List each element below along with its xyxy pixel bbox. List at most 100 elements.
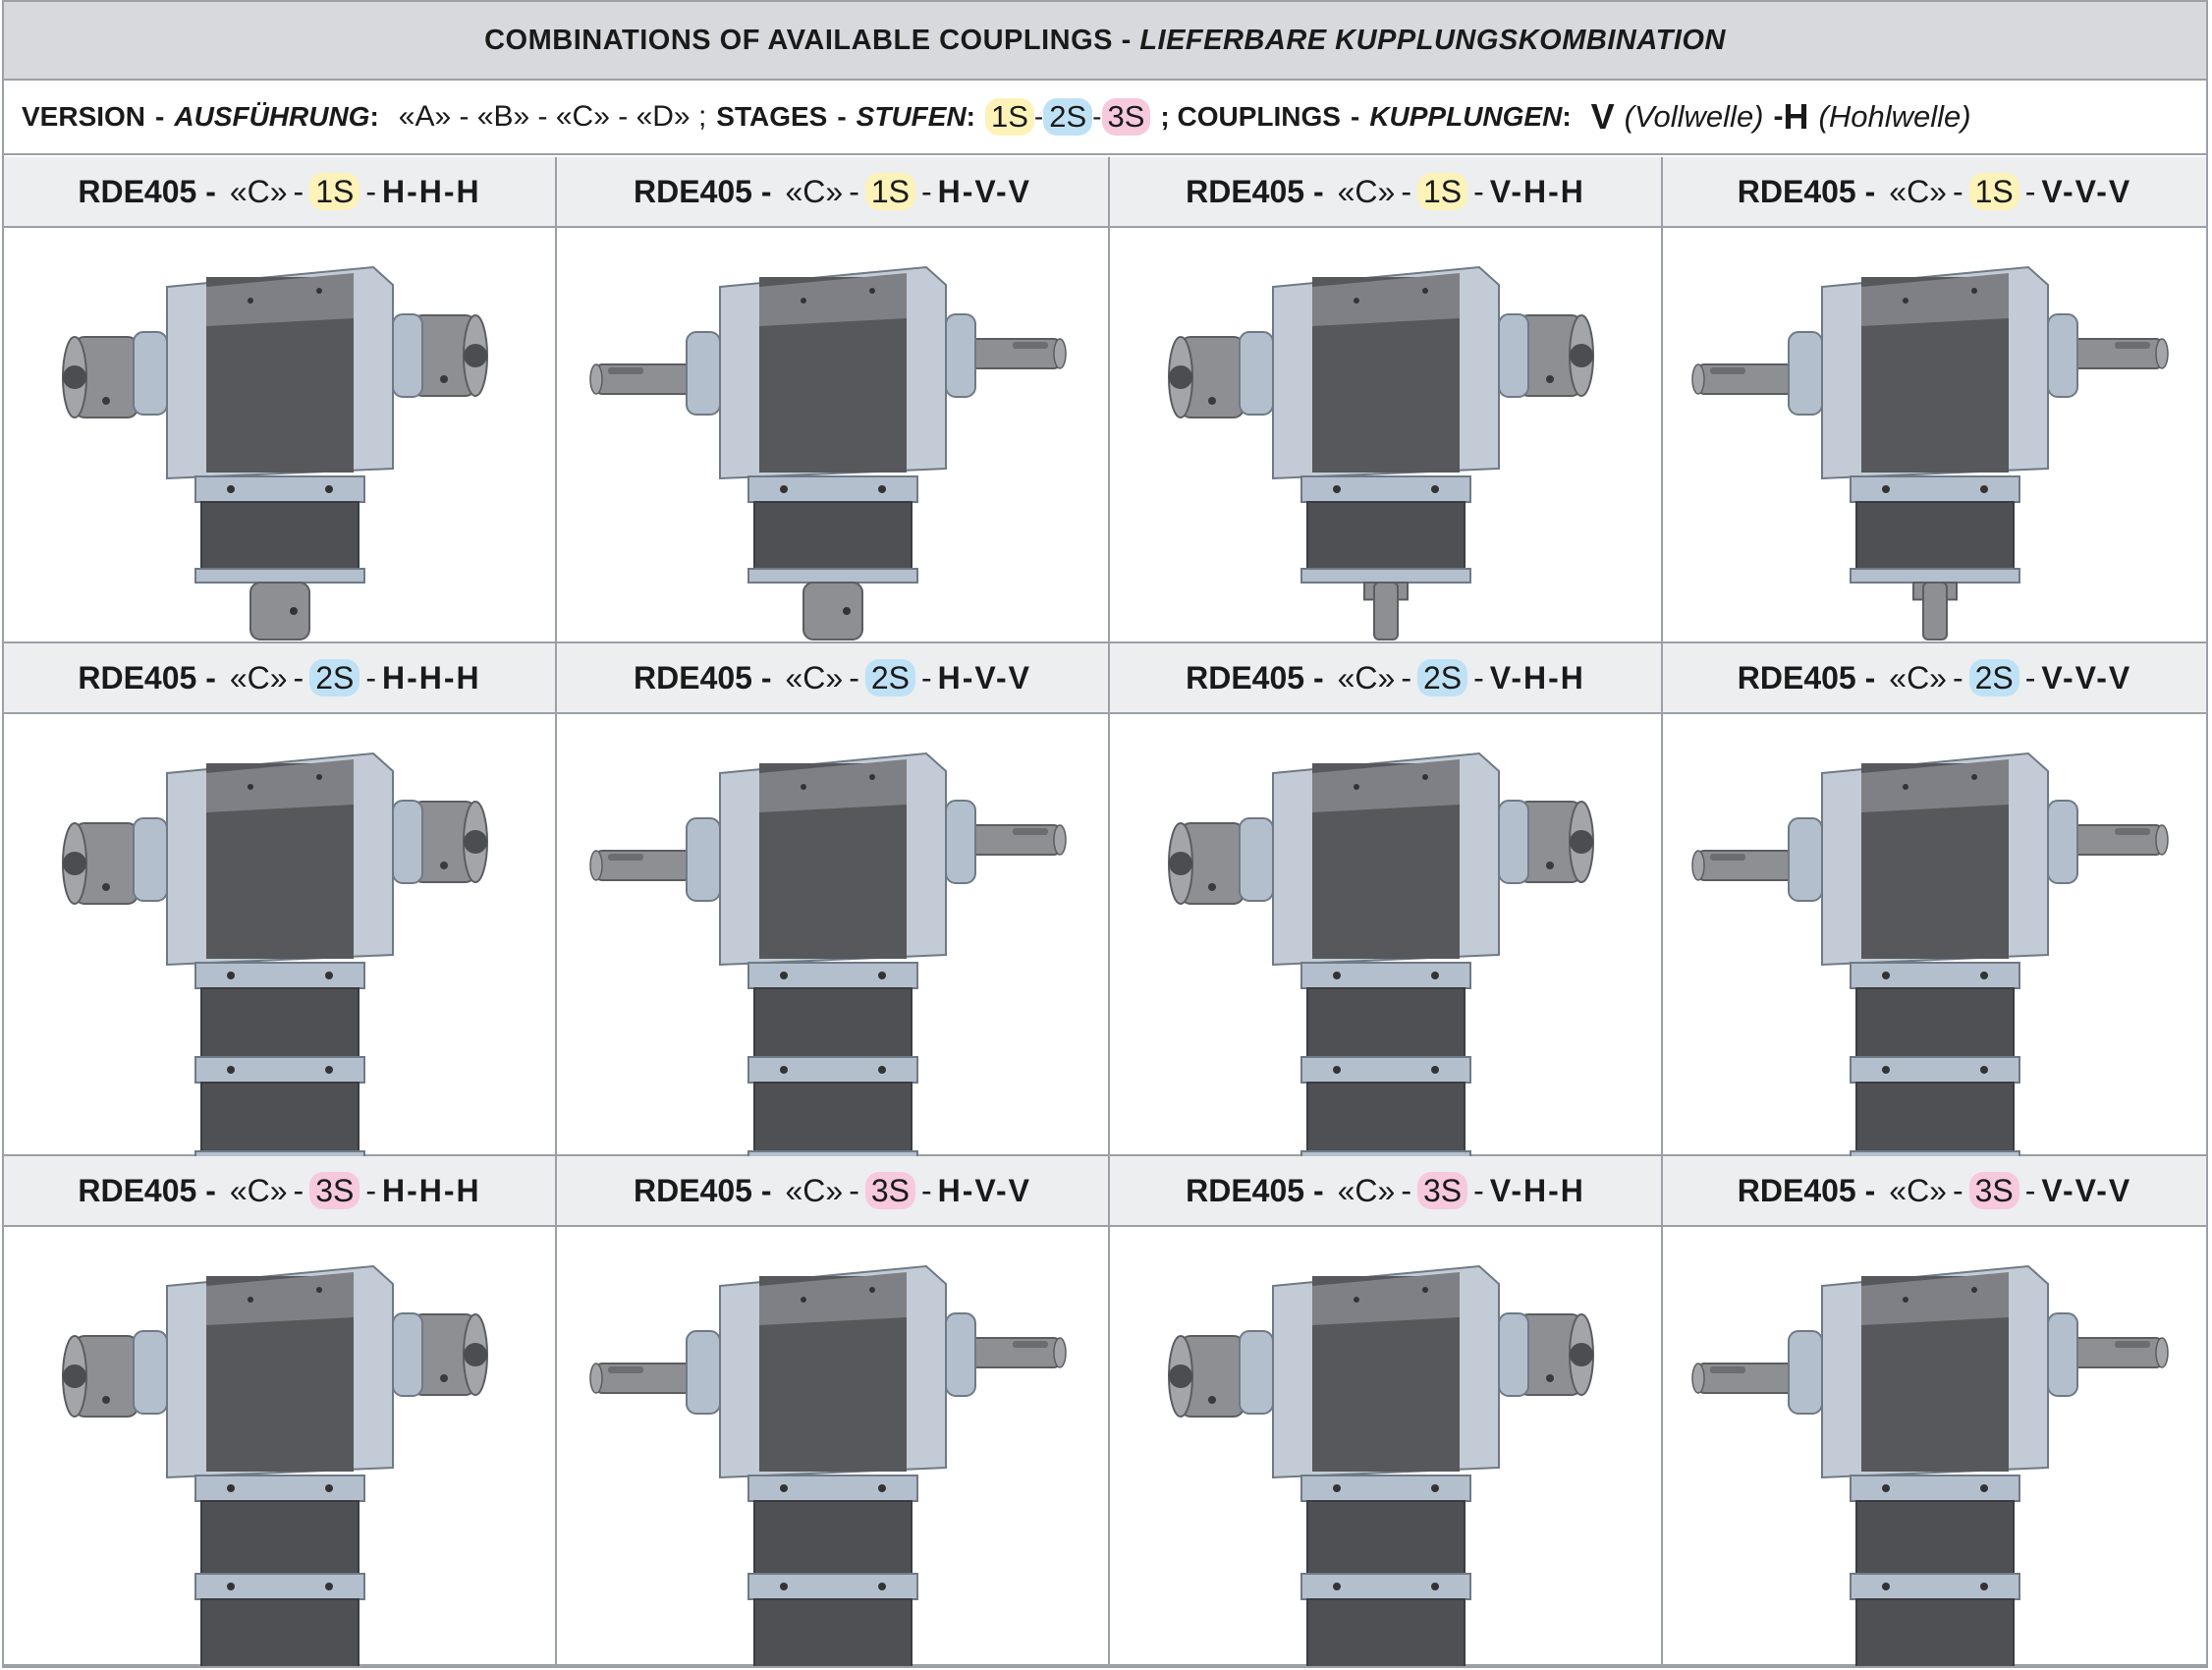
coupling-code: H-H-H xyxy=(382,173,481,209)
gearbox-drawing xyxy=(1167,1264,1594,1666)
separator: - xyxy=(365,173,376,209)
combination-cell: RDE405 - «C» -3S - V-H-H xyxy=(1110,1156,1663,1666)
bearing-collar xyxy=(1238,331,1274,416)
stage-module xyxy=(1854,987,2015,1058)
combination-label: RDE405 - «C» -2S - H-H-H xyxy=(4,643,555,714)
stage-module xyxy=(199,1500,359,1575)
bearing-collar xyxy=(391,1312,423,1397)
legend-v-name: (Vollwelle) xyxy=(1624,99,1764,134)
shaft-keyway xyxy=(1709,854,1745,861)
bearing-collar xyxy=(685,817,721,902)
stage-flange xyxy=(1300,475,1471,503)
combination-label: RDE405 - «C» -2S - V-V-V xyxy=(1663,643,2206,714)
shaft-keyway xyxy=(1709,1366,1745,1373)
stage-badge: 3S xyxy=(309,1172,360,1209)
coupling-code: V-H-H xyxy=(1489,659,1585,696)
title-en: COMBINATIONS OF AVAILABLE COUPLINGS xyxy=(484,24,1114,56)
solid-input-shaft xyxy=(1921,582,1948,640)
stage-flange xyxy=(1300,568,1471,584)
stage-flange xyxy=(1300,1475,1471,1502)
bearing-collar xyxy=(944,1312,976,1397)
legend-stage-2: 2S xyxy=(1043,98,1093,136)
hollow-input-shaft xyxy=(249,582,310,640)
separator: - xyxy=(1952,659,1963,696)
stage-module xyxy=(752,1598,912,1666)
separator: - xyxy=(1952,1172,1963,1208)
stage-flange xyxy=(1300,1573,1471,1600)
solid-input-shaft xyxy=(1372,582,1399,640)
stage-badge: 1S xyxy=(1968,173,2019,210)
stage-module xyxy=(1854,501,2015,570)
combination-grid: RDE405 - «C» -1S - H-H-H RDE405 - «C» -1S - H-V-V… xyxy=(4,157,2206,1670)
stage-module xyxy=(199,1598,359,1666)
stage-module xyxy=(1305,1082,1465,1152)
version-code: «C» xyxy=(785,659,844,696)
stage-flange xyxy=(747,962,918,989)
legend-couplings-label-de: KUPPLUNGEN xyxy=(1369,101,1563,132)
bearing-collar xyxy=(2046,1312,2078,1397)
version-code: «C» xyxy=(785,1172,844,1208)
gearbox-render xyxy=(4,1227,555,1666)
combination-cell: RDE405 - «C» -3S - H-V-V xyxy=(557,1156,1110,1666)
separator: - xyxy=(365,659,376,696)
bearing-collar xyxy=(391,313,423,398)
shaft-keyway xyxy=(2114,1341,2150,1348)
stage-flange xyxy=(194,568,365,584)
bearing-collar xyxy=(1787,1330,1823,1415)
legend-version-label: VERSION xyxy=(22,101,146,132)
gearbox-drawing xyxy=(588,752,1067,1156)
stage-badge: 1S xyxy=(1416,173,1468,210)
version-code: «C» xyxy=(1889,1172,1947,1208)
gearbox-render xyxy=(4,714,555,1156)
stage-flange xyxy=(1300,1056,1471,1084)
separator: - xyxy=(849,173,859,209)
stage-flange xyxy=(194,1475,365,1502)
bearing-collar xyxy=(2046,800,2078,884)
coupling-combinations-sheet: COMBINATIONS OF AVAILABLE COUPLINGS - LI… xyxy=(2,0,2208,1668)
separator: - xyxy=(365,1172,376,1208)
stage-flange xyxy=(747,475,918,503)
stage-flange xyxy=(747,1475,918,1502)
gearbox-drawing xyxy=(1167,265,1594,640)
bearing-collar xyxy=(132,331,168,416)
stage-flange xyxy=(1300,962,1471,989)
combination-label: RDE405 - «C» -3S - H-V-V xyxy=(557,1156,1108,1227)
stage-flange xyxy=(1849,475,2020,503)
combination-label: RDE405 - «C» -2S - H-V-V xyxy=(557,643,1108,714)
gearbox-render xyxy=(557,714,1108,1156)
separator: - xyxy=(293,173,304,209)
stage-module xyxy=(752,1082,912,1152)
combination-label: RDE405 - «C» -3S - V-V-V xyxy=(1663,1156,2206,1227)
model-code: RDE405 - xyxy=(78,659,216,696)
stage-module xyxy=(752,501,912,570)
separator: - xyxy=(921,173,932,209)
gearbox-render xyxy=(1110,714,1661,1156)
combination-cell: RDE405 - «C» -1S - V-V-V xyxy=(1663,157,2206,643)
title-separator: - xyxy=(1113,24,1140,56)
stage-module xyxy=(1305,501,1465,570)
coupling-code: V-V-V xyxy=(2041,1172,2132,1208)
gearbox-drawing xyxy=(588,265,1067,640)
legend-version-label-de: AUSFÜHRUNG xyxy=(174,101,370,132)
coupling-code: H-V-V xyxy=(937,659,1031,696)
bearing-collar xyxy=(685,1330,721,1415)
stage-module xyxy=(1305,1598,1465,1666)
stage-module xyxy=(752,1500,912,1575)
hollow-input-shaft xyxy=(802,582,863,640)
version-code: «C» xyxy=(785,173,844,209)
model-code: RDE405 - xyxy=(78,1172,216,1208)
stage-badge: 3S xyxy=(1416,1172,1468,1209)
shaft-keyway xyxy=(2114,828,2150,835)
stage-module xyxy=(752,987,912,1058)
bearing-collar xyxy=(944,313,976,398)
title-de: LIEFERBARE KUPPLUNGSKOMBINATION xyxy=(1139,24,1726,56)
coupling-code: H-V-V xyxy=(937,173,1031,209)
legend-stage-1: 1S xyxy=(985,98,1034,136)
model-code: RDE405 - xyxy=(1186,659,1324,696)
model-code: RDE405 - xyxy=(634,1172,772,1208)
bearing-collar xyxy=(1238,1330,1274,1415)
stage-flange xyxy=(1849,1056,2020,1084)
legend-h-name: (Hohlwelle) xyxy=(1818,99,1971,134)
separator: - xyxy=(849,659,859,696)
combination-cell: RDE405 - «C» -1S - H-H-H xyxy=(4,157,557,643)
